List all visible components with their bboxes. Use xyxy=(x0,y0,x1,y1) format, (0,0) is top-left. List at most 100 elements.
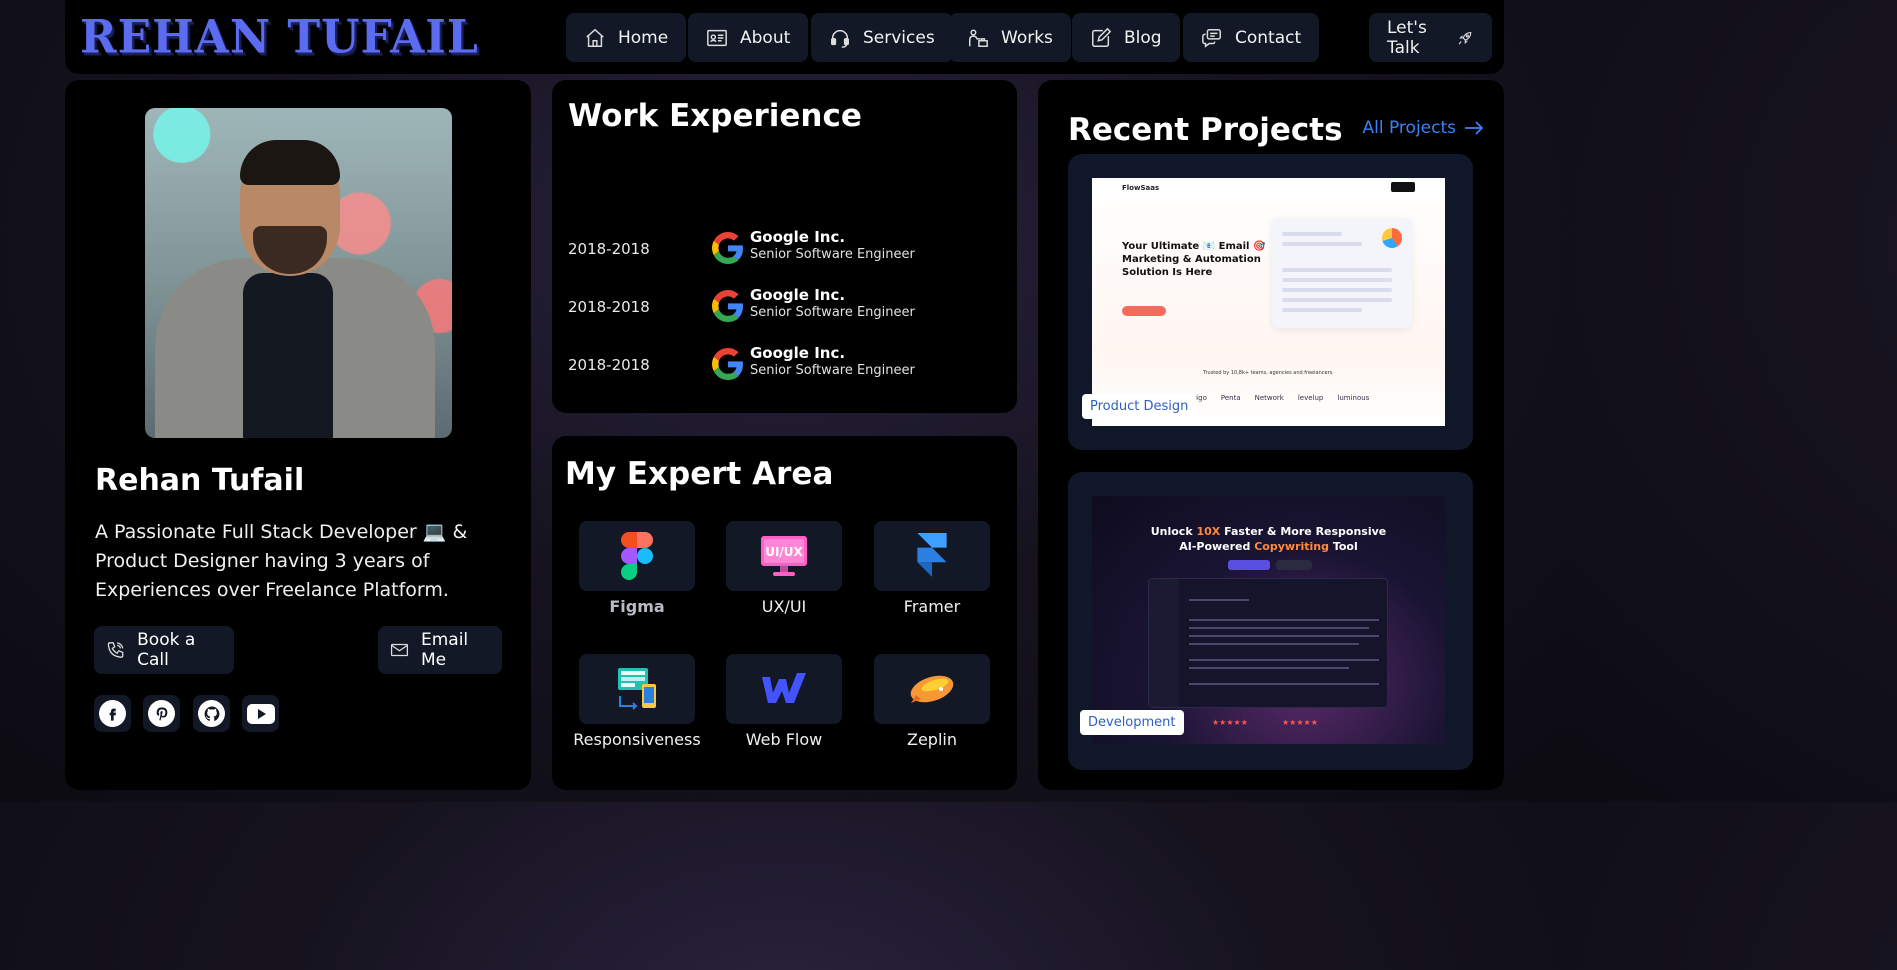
nav-contact-button[interactable]: Contact xyxy=(1183,13,1320,62)
skill-webflow: Web Flow xyxy=(714,654,854,749)
pinterest-icon-bg xyxy=(148,700,175,727)
thumb-line xyxy=(1189,599,1249,601)
experience-company: Google Inc. xyxy=(750,344,846,362)
project-card-development[interactable]: Unlock 10X Faster & More Responsive AI-P… xyxy=(1068,472,1473,770)
thumb-line xyxy=(1189,683,1379,685)
home-icon xyxy=(586,28,604,47)
all-projects-link[interactable]: All Projects xyxy=(1363,118,1485,138)
skill-responsiveness-label: Responsiveness xyxy=(573,730,701,749)
skill-framer-label: Framer xyxy=(903,597,961,616)
google-icon xyxy=(712,348,743,380)
profile-bio: A Passionate Full Stack Developer 💻 & Pr… xyxy=(95,521,468,601)
nav-blog-button[interactable]: Blog xyxy=(1072,13,1180,62)
nav-home-label: Home xyxy=(618,27,669,48)
work-experience-title: Work Experience xyxy=(568,98,862,134)
rocket-icon xyxy=(1459,31,1472,45)
project-thumbnail: FlowSaas Your Ultimate 📧 Email 🎯Marketin… xyxy=(1092,178,1445,426)
expert-area-title: My Expert Area xyxy=(565,456,834,492)
experience-role: Senior Software Engineer xyxy=(750,305,915,320)
skill-ux-ui-label: UX/UI xyxy=(761,597,807,616)
thumb-secondary-button xyxy=(1276,560,1312,570)
skill-zeplin-button[interactable] xyxy=(874,654,990,724)
youtube-icon xyxy=(246,703,275,724)
nav-blog-label: Blog xyxy=(1124,27,1162,48)
skill-framer-button[interactable] xyxy=(874,521,990,591)
expert-area-card: My Expert Area Figma UI/UX UX/UI Framer … xyxy=(552,436,1017,790)
thumb-row xyxy=(1282,268,1392,272)
book-call-button[interactable]: Book a Call xyxy=(94,626,234,674)
email-me-button[interactable]: Email Me xyxy=(378,626,502,674)
google-icon xyxy=(712,290,743,322)
github-link[interactable] xyxy=(193,695,230,732)
skill-webflow-label: Web Flow xyxy=(745,730,823,749)
skill-ux-ui-button[interactable]: UI/UX xyxy=(726,521,842,591)
google-icon xyxy=(712,232,743,264)
nav-contact-label: Contact xyxy=(1235,27,1302,48)
thumb-headline-accent: 10X xyxy=(1196,525,1221,538)
thumb-line xyxy=(1189,643,1359,645)
youtube-link[interactable] xyxy=(242,695,279,732)
thumb-cta xyxy=(1122,306,1166,316)
thumb-headline-part: Unlock xyxy=(1150,525,1197,538)
nav-about-button[interactable]: About xyxy=(688,13,809,62)
ux-ui-icon: UI/UX xyxy=(761,536,807,576)
thumb-row xyxy=(1282,242,1362,246)
experience-item: 2018-2018 Google Inc. Senior Software En… xyxy=(568,228,988,270)
skill-figma-label: Figma xyxy=(609,597,665,616)
lets-talk-button[interactable]: Let's Talk xyxy=(1369,13,1492,62)
experience-item: 2018-2018 Google Inc. Senior Software En… xyxy=(568,344,988,386)
skill-figma-button[interactable] xyxy=(579,521,695,591)
nav-services-label: Services xyxy=(863,27,935,48)
top-navbar: REHAN TUFAIL Home About Services Works B… xyxy=(65,0,1504,74)
thumb-dashboard xyxy=(1272,218,1412,328)
skill-framer: Framer xyxy=(862,521,1002,616)
experience-period: 2018-2018 xyxy=(568,298,650,316)
thumb-brand: FlowSaas xyxy=(1122,184,1160,192)
skill-responsiveness-button[interactable] xyxy=(579,654,695,724)
lets-talk-label: Let's Talk xyxy=(1387,17,1427,58)
nav-services-button[interactable]: Services xyxy=(811,13,953,62)
experience-role: Senior Software Engineer xyxy=(750,247,915,262)
chat-icon xyxy=(1202,28,1221,48)
rating-stars: ★★★★★ xyxy=(1282,718,1318,727)
zeplin-icon xyxy=(910,675,954,703)
thumb-row xyxy=(1282,298,1392,302)
skill-responsiveness: Responsiveness xyxy=(567,654,707,749)
thumb-trusted-text: Trusted by 10,8k+ teams, agencies and fr… xyxy=(1203,370,1334,376)
facebook-link[interactable] xyxy=(94,695,131,732)
profile-name: Rehan Tufail xyxy=(95,463,305,498)
thumb-row xyxy=(1282,308,1362,312)
nav-about-label: About xyxy=(740,27,791,48)
headset-icon xyxy=(831,29,849,48)
nav-works-label: Works xyxy=(1001,27,1053,48)
pinterest-link[interactable] xyxy=(143,695,180,732)
github-icon-bg xyxy=(198,700,225,727)
thumb-row xyxy=(1282,278,1392,282)
skill-webflow-button[interactable] xyxy=(726,654,842,724)
site-logo[interactable]: REHAN TUFAIL xyxy=(80,11,479,65)
figma-icon xyxy=(621,532,653,580)
project-tag: Product Design xyxy=(1082,394,1197,419)
work-experience-card: Work Experience 2018-2018 Google Inc. Se… xyxy=(552,80,1017,413)
thumb-logo: Network xyxy=(1254,394,1284,402)
phone-icon xyxy=(107,642,124,658)
thumb-line xyxy=(1189,635,1379,637)
thumb-headline-part: AI-Powered xyxy=(1179,540,1255,553)
pinterest-icon xyxy=(156,706,167,721)
mail-icon xyxy=(390,643,409,657)
facebook-icon xyxy=(109,708,116,721)
project-tag: Development xyxy=(1080,710,1184,735)
thumb-logos: Vertigo Penta Network levelup luminous xyxy=(1182,394,1369,402)
framer-icon xyxy=(917,533,947,577)
skill-zeplin: Zeplin xyxy=(862,654,1002,749)
id-card-icon xyxy=(707,29,727,46)
recent-projects-card: Recent Projects All Projects FlowSaas Yo… xyxy=(1038,80,1504,790)
project-card-product-design[interactable]: FlowSaas Your Ultimate 📧 Email 🎯Marketin… xyxy=(1068,154,1473,450)
nav-home-button[interactable]: Home xyxy=(566,13,687,62)
thumb-app-sidebar xyxy=(1149,579,1179,707)
experience-period: 2018-2018 xyxy=(568,240,650,258)
nav-works-button[interactable]: Works xyxy=(949,13,1071,62)
thumb-line xyxy=(1189,659,1379,661)
thumb-logo: Penta xyxy=(1220,394,1241,402)
responsive-icon xyxy=(618,668,656,710)
